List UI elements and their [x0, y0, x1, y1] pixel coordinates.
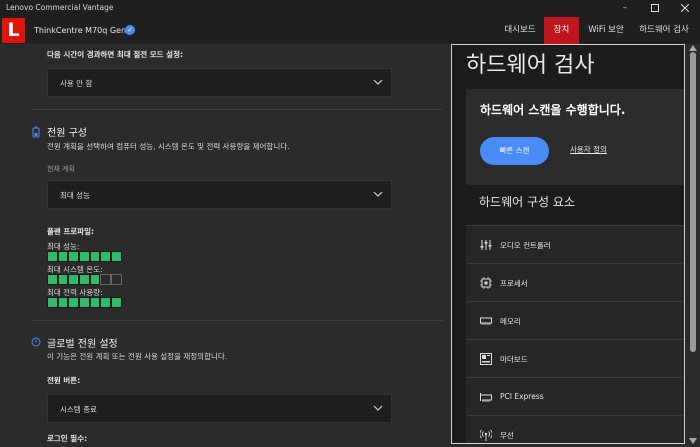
sleep-timeout-value: 사용 안 함	[60, 79, 93, 88]
verified-check-icon: ✓	[125, 25, 135, 35]
component-label: 메모리	[500, 317, 521, 326]
level-segment-filled	[68, 274, 80, 285]
chevron-down-icon	[373, 191, 383, 197]
level-segment-filled	[79, 274, 90, 285]
profile-temperature-bar	[47, 274, 122, 285]
power-plan-title: 전원 구성	[47, 128, 87, 139]
vertical-scrollbar[interactable]	[686, 44, 700, 447]
level-segment-filled	[57, 251, 69, 262]
level-segment-filled	[100, 297, 112, 308]
section-divider	[32, 320, 443, 321]
sleep-timeout-label: 다음 시간이 경과하면 최대 절전 모드 설정:	[47, 50, 183, 59]
component-motherboard[interactable]: 마더보드	[466, 339, 684, 377]
component-audio-controller[interactable]: 오디오 컨트롤러	[466, 225, 684, 263]
level-segment-filled	[47, 274, 58, 285]
nav-wifi-security[interactable]: WiFi 보안	[580, 17, 632, 44]
login-required-label: 로그인 필수:	[47, 434, 88, 443]
section-divider	[32, 109, 443, 110]
chevron-down-icon	[373, 79, 383, 85]
level-segment-filled	[57, 274, 69, 285]
scan-card-title: 하드웨어 스캔을 수행합니다.	[480, 103, 626, 117]
level-segment-filled	[68, 297, 80, 308]
level-segment-filled	[111, 251, 122, 262]
audio-controller-icon	[480, 240, 492, 250]
device-name: ThinkCentre M70q Gen 3	[34, 26, 134, 35]
component-label: 오디오 컨트롤러	[500, 241, 551, 250]
processor-icon	[480, 277, 492, 289]
component-processor[interactable]: 프로세서	[466, 263, 684, 301]
close-button[interactable]	[670, 0, 700, 17]
level-segment-filled	[47, 251, 58, 262]
components-title: 하드웨어 구성 요소	[479, 195, 575, 209]
component-pci-express[interactable]: PCI Express	[466, 377, 684, 415]
close-icon	[680, 3, 690, 13]
custom-scan-link[interactable]: 사용자 정의	[570, 144, 607, 155]
level-segment-filled	[89, 274, 101, 285]
component-label: 마더보드	[500, 355, 528, 364]
level-segment-empty	[111, 274, 122, 285]
hardware-scan-title: 하드웨어 검사	[466, 53, 595, 78]
chevron-down-icon	[373, 405, 383, 411]
level-segment-filled	[111, 297, 122, 308]
window-title: Lenovo Commercial Vantage	[6, 3, 114, 12]
power-plan-icon	[32, 126, 40, 138]
component-wireless[interactable]: 무선	[466, 415, 684, 443]
scrollbar-thumb[interactable]	[690, 52, 696, 352]
pci-express-icon	[480, 393, 492, 402]
scroll-down-icon[interactable]	[689, 438, 697, 444]
main-area: 다음 시간이 경과하면 최대 절전 모드 설정: 사용 안 함 전원 구성 전원…	[0, 44, 700, 447]
maximize-icon	[651, 4, 659, 12]
profile-performance-bar	[47, 251, 122, 262]
component-label: 프로세서	[500, 279, 528, 288]
global-power-description: 이 기능은 전원 계획 또는 전원 사용 설정을 재정의합니다.	[47, 352, 228, 361]
minimize-button[interactable]: –	[610, 0, 640, 17]
app-header: L ThinkCentre M70q Gen 3 ✓ 대시보드 장치 WiFi …	[0, 17, 700, 44]
power-button-label: 전원 버튼:	[47, 376, 81, 385]
global-power-title: 글로벌 전원 설정	[47, 339, 118, 350]
maximize-button[interactable]	[640, 0, 670, 17]
power-button-dropdown[interactable]: 시스템 종료	[47, 394, 392, 423]
component-label: 무선	[500, 431, 514, 440]
power-plan-dropdown[interactable]: 최대 성능	[47, 180, 392, 209]
level-segment-filled	[79, 251, 90, 262]
sleep-timeout-dropdown[interactable]: 사용 안 함	[47, 68, 392, 97]
power-button-value: 시스템 종료	[60, 405, 97, 414]
level-segment-filled	[57, 297, 69, 308]
nav-dashboard[interactable]: 대시보드	[497, 17, 543, 44]
plan-profile-label: 플랜 프로파일:	[47, 227, 95, 236]
hardware-scan-panel: 하드웨어 검사 하드웨어 스캔을 수행합니다. 빠른 스캔 사용자 정의 하드웨…	[451, 44, 685, 444]
wireless-icon	[480, 429, 492, 441]
scan-card: 하드웨어 스캔을 수행합니다. 빠른 스캔 사용자 정의	[466, 89, 684, 185]
level-segment-filled	[89, 251, 101, 262]
profile-power-usage-bar	[47, 297, 122, 308]
component-label: PCI Express	[500, 392, 544, 401]
level-segment-filled	[89, 297, 101, 308]
level-segment-filled	[68, 251, 80, 262]
quick-scan-button[interactable]: 빠른 스캔	[480, 137, 549, 165]
nav-device[interactable]: 장치	[544, 17, 579, 44]
power-settings-panel: 다음 시간이 경과하면 최대 절전 모드 설정: 사용 안 함 전원 구성 전원…	[0, 44, 451, 447]
motherboard-icon	[480, 353, 492, 365]
level-segment-filled	[79, 297, 90, 308]
level-segment-filled	[47, 297, 58, 308]
title-bar: Lenovo Commercial Vantage –	[0, 0, 700, 17]
power-plan-value: 최대 성능	[60, 191, 90, 200]
current-plan-label: 현재 계획	[47, 165, 75, 173]
level-segment-empty	[100, 274, 112, 285]
component-memory[interactable]: 메모리	[466, 301, 684, 339]
scroll-up-icon[interactable]	[689, 45, 697, 51]
nav-hardware-scan[interactable]: 하드웨어 검사	[633, 17, 695, 44]
lenovo-logo: L	[2, 18, 25, 43]
power-plan-description: 전원 계획을 선택하여 컴퓨터 성능, 시스템 온도 및 전력 사용량을 제어합…	[47, 142, 290, 151]
level-segment-filled	[100, 251, 112, 262]
memory-icon	[480, 317, 492, 325]
global-power-icon	[31, 337, 41, 347]
